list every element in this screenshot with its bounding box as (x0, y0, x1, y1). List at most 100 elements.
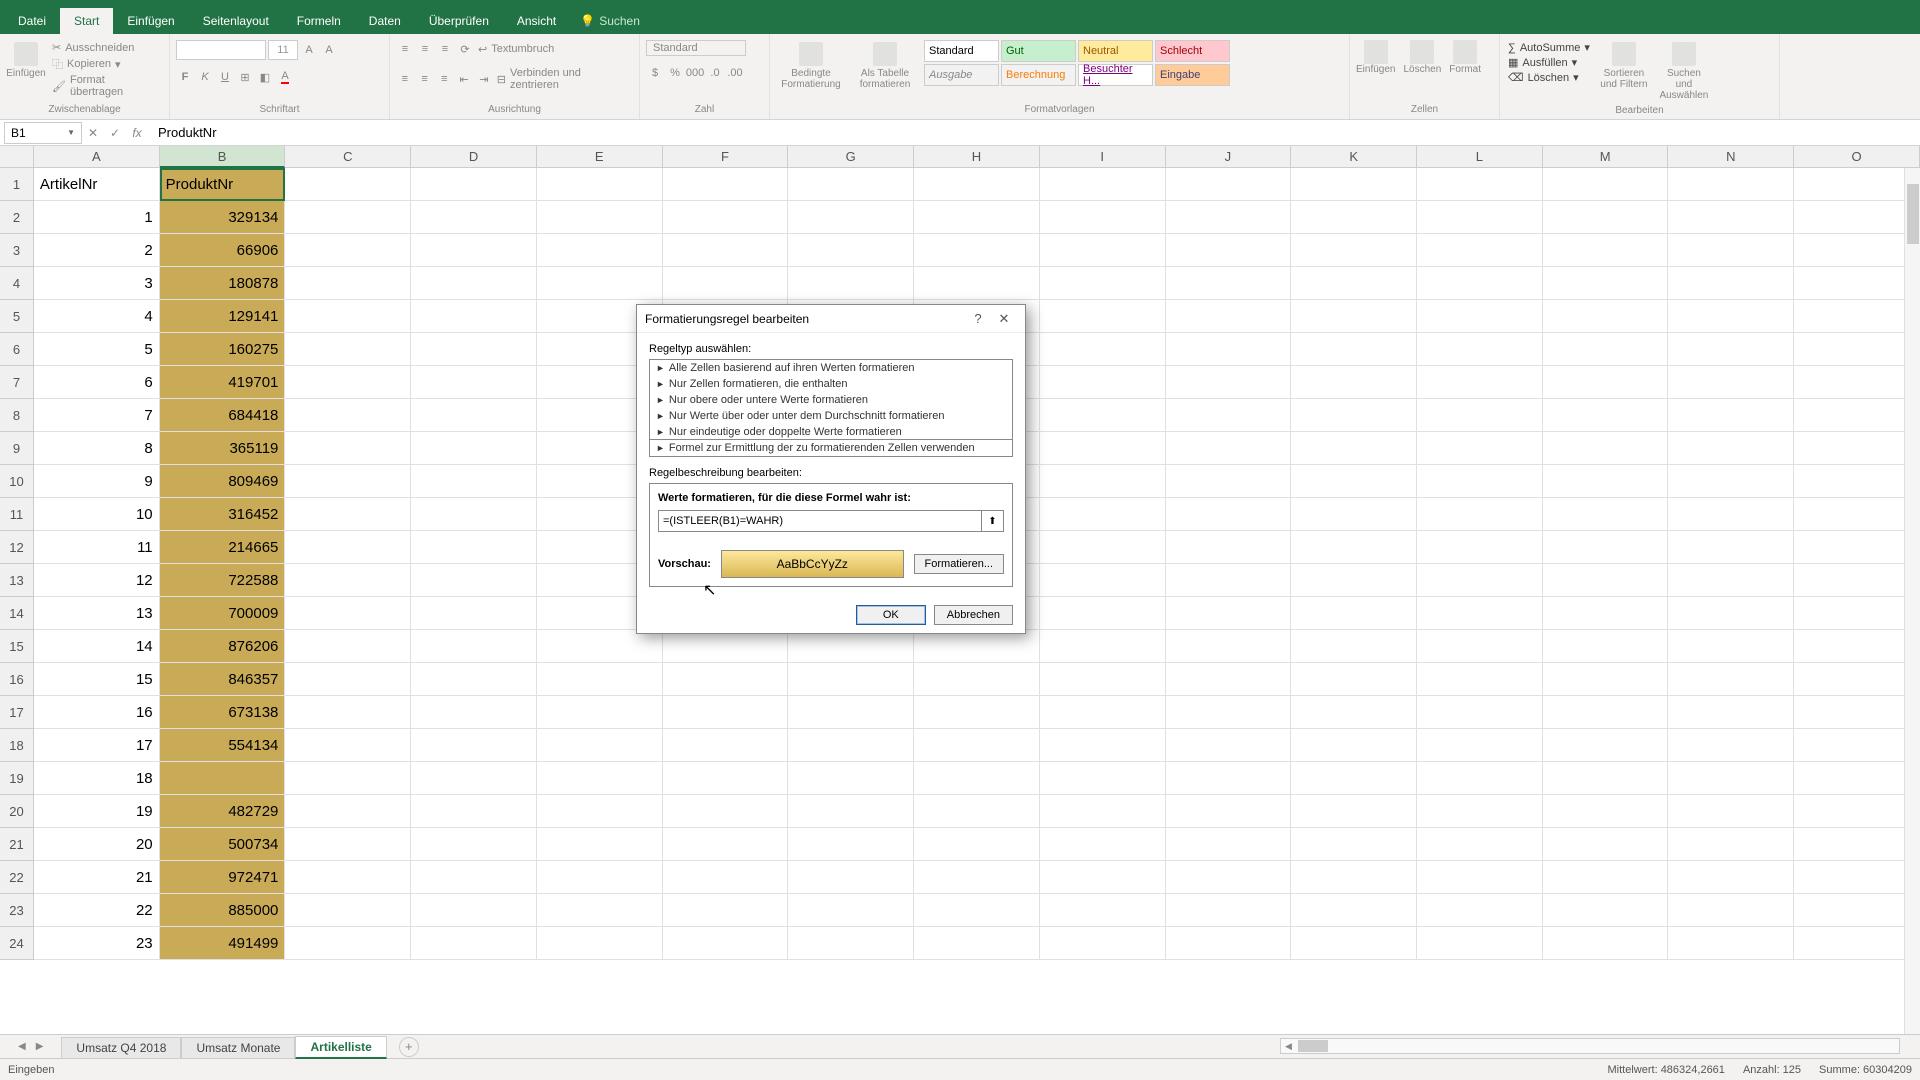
cell[interactable] (1668, 564, 1794, 597)
rule-formula-input[interactable] (658, 510, 982, 532)
cell[interactable] (285, 333, 411, 366)
cell[interactable] (1668, 465, 1794, 498)
cell[interactable] (1543, 399, 1669, 432)
cell[interactable] (1543, 267, 1669, 300)
cell[interactable] (1417, 234, 1543, 267)
row-header[interactable]: 22 (0, 861, 34, 894)
name-box[interactable]: B1▼ (4, 122, 82, 144)
cell[interactable] (1166, 564, 1292, 597)
cell[interactable] (1668, 597, 1794, 630)
cell[interactable] (1417, 564, 1543, 597)
cell[interactable] (1668, 333, 1794, 366)
cell[interactable] (1543, 861, 1669, 894)
cell[interactable] (1291, 300, 1417, 333)
cell[interactable] (1668, 531, 1794, 564)
cell[interactable]: 20 (34, 828, 160, 861)
scroll-thumb[interactable] (1298, 1040, 1328, 1052)
cell[interactable] (1543, 795, 1669, 828)
cell[interactable] (1543, 201, 1669, 234)
cell[interactable] (1291, 597, 1417, 630)
cell[interactable] (285, 795, 411, 828)
cell[interactable] (1543, 597, 1669, 630)
number-format-select[interactable]: Standard (646, 40, 746, 56)
row-header[interactable]: 7 (0, 366, 34, 399)
cell[interactable] (1166, 531, 1292, 564)
cell[interactable] (1166, 300, 1292, 333)
cell[interactable] (1417, 300, 1543, 333)
cell[interactable] (1543, 630, 1669, 663)
cell[interactable] (1543, 927, 1669, 960)
row-header[interactable]: 13 (0, 564, 34, 597)
cell[interactable] (1794, 663, 1920, 696)
style-eingabe[interactable]: Eingabe (1155, 64, 1230, 86)
cell[interactable]: 419701 (160, 366, 286, 399)
cell[interactable] (1794, 894, 1920, 927)
select-all-corner[interactable] (0, 146, 34, 168)
cell[interactable] (1417, 894, 1543, 927)
cell[interactable] (1291, 465, 1417, 498)
cell-active[interactable]: ProduktNr (160, 168, 286, 201)
col-header-C[interactable]: C (285, 146, 411, 168)
sheet-tab-artikelliste[interactable]: Artikelliste (295, 1036, 386, 1059)
cell[interactable] (1668, 729, 1794, 762)
tab-ueberpruefen[interactable]: Überprüfen (415, 8, 503, 34)
cell[interactable] (1040, 630, 1166, 663)
sort-filter-button[interactable]: Sortieren und Filtern (1596, 40, 1652, 92)
autosum-button[interactable]: ∑AutoSumme▾ (1506, 40, 1592, 55)
cell[interactable] (1417, 861, 1543, 894)
cell[interactable] (1417, 663, 1543, 696)
cell[interactable] (1417, 267, 1543, 300)
row-header[interactable]: 8 (0, 399, 34, 432)
cell[interactable]: 5 (34, 333, 160, 366)
cell[interactable] (1543, 465, 1669, 498)
cell[interactable] (285, 267, 411, 300)
underline-button[interactable]: U (216, 68, 234, 86)
cell[interactable] (537, 828, 663, 861)
cell[interactable]: 500734 (160, 828, 286, 861)
cell[interactable] (285, 861, 411, 894)
cell[interactable] (1668, 828, 1794, 861)
cell[interactable] (663, 795, 789, 828)
wrap-text-button[interactable]: ↩Textumbruch (476, 42, 556, 57)
cell[interactable]: 700009 (160, 597, 286, 630)
ok-button[interactable]: OK (856, 605, 926, 625)
cell[interactable] (285, 300, 411, 333)
cell[interactable] (285, 762, 411, 795)
cell[interactable] (1166, 828, 1292, 861)
cell[interactable] (663, 234, 789, 267)
cell[interactable] (411, 234, 537, 267)
rule-type-item-selected[interactable]: ►Formel zur Ermittlung der zu formatiere… (650, 440, 1012, 456)
font-color-button[interactable]: A (276, 68, 294, 86)
cell[interactable] (1417, 366, 1543, 399)
cell[interactable] (1668, 366, 1794, 399)
cell[interactable] (285, 465, 411, 498)
cell[interactable]: 11 (34, 531, 160, 564)
cell[interactable] (1040, 762, 1166, 795)
row-header[interactable]: 5 (0, 300, 34, 333)
cell[interactable] (537, 927, 663, 960)
cell[interactable] (1794, 432, 1920, 465)
cell[interactable] (411, 597, 537, 630)
cell[interactable]: 23 (34, 927, 160, 960)
cell[interactable]: 684418 (160, 399, 286, 432)
cell[interactable]: 14 (34, 630, 160, 663)
conditional-formatting-button[interactable]: Bedingte Formatierung (776, 40, 846, 92)
cell[interactable]: 722588 (160, 564, 286, 597)
cell[interactable] (1794, 762, 1920, 795)
cell[interactable] (1291, 564, 1417, 597)
cell[interactable]: 809469 (160, 465, 286, 498)
cell[interactable] (1794, 729, 1920, 762)
cell[interactable] (1040, 597, 1166, 630)
currency-button[interactable]: $ (646, 64, 664, 82)
cell[interactable] (1291, 267, 1417, 300)
insert-cells-button[interactable]: Einfügen (1356, 40, 1395, 75)
font-size-input[interactable] (268, 40, 298, 60)
cell[interactable] (788, 894, 914, 927)
cell[interactable] (411, 630, 537, 663)
rule-type-item[interactable]: ►Nur Zellen formatieren, die enthalten (650, 376, 1012, 392)
rule-type-item[interactable]: ►Alle Zellen basierend auf ihren Werten … (650, 360, 1012, 376)
cell[interactable] (285, 597, 411, 630)
cell[interactable] (1166, 630, 1292, 663)
cell[interactable] (1417, 531, 1543, 564)
cell[interactable]: 3 (34, 267, 160, 300)
